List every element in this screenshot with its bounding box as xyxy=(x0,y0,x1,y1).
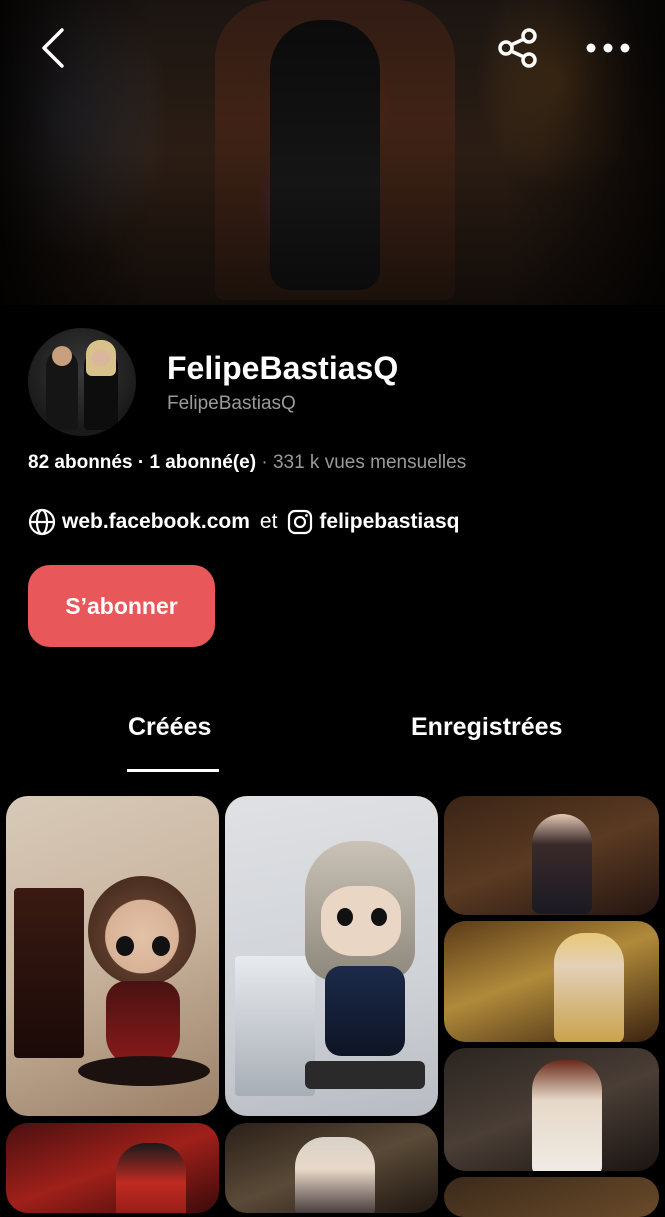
pin-card[interactable] xyxy=(225,1123,438,1213)
instagram-icon xyxy=(288,509,313,535)
instagram-link[interactable]: felipebastiasq xyxy=(319,510,459,534)
profile-stats: 82 abonnés · 1 abonné(e) · 331 k vues me… xyxy=(28,452,466,474)
website-link[interactable]: web.facebook.com xyxy=(62,510,250,534)
profile-tabs: Créées Enregistrées xyxy=(0,705,665,775)
profile-handle: FelipeBastiasQ xyxy=(167,393,296,414)
avatar[interactable] xyxy=(28,328,136,436)
pin-card[interactable] xyxy=(6,796,219,1116)
back-button[interactable] xyxy=(30,25,76,71)
share-button[interactable] xyxy=(495,25,541,71)
pin-card[interactable] xyxy=(444,1048,659,1171)
tab-created[interactable]: Créées xyxy=(128,713,211,742)
more-horizontal-icon xyxy=(586,43,630,53)
profile-name: FelipeBastiasQ xyxy=(167,350,399,386)
tab-saved[interactable]: Enregistrées xyxy=(411,713,562,742)
pin-card[interactable] xyxy=(6,1123,219,1213)
follow-button[interactable]: S’abonner xyxy=(28,565,215,647)
share-icon xyxy=(498,28,537,68)
more-options-button[interactable] xyxy=(585,25,631,71)
chevron-left-icon xyxy=(42,28,64,68)
monthly-views: · 331 k vues mensuelles xyxy=(256,452,467,473)
following-count[interactable]: 1 abonné(e) xyxy=(149,452,256,473)
pin-card[interactable] xyxy=(444,1177,659,1217)
pin-card[interactable] xyxy=(225,796,438,1116)
active-tab-indicator xyxy=(127,769,219,772)
pin-card[interactable] xyxy=(444,796,659,915)
cover-figure xyxy=(270,20,380,290)
links-conjunction: et xyxy=(259,510,278,533)
globe-icon xyxy=(28,508,56,536)
profile-links: web.facebook.com et felipebastiasq xyxy=(28,508,459,536)
stats-separator: · xyxy=(132,452,150,473)
profile-cover-image xyxy=(0,0,665,305)
followers-count[interactable]: 82 abonnés xyxy=(28,452,133,473)
pin-card[interactable] xyxy=(444,921,659,1042)
